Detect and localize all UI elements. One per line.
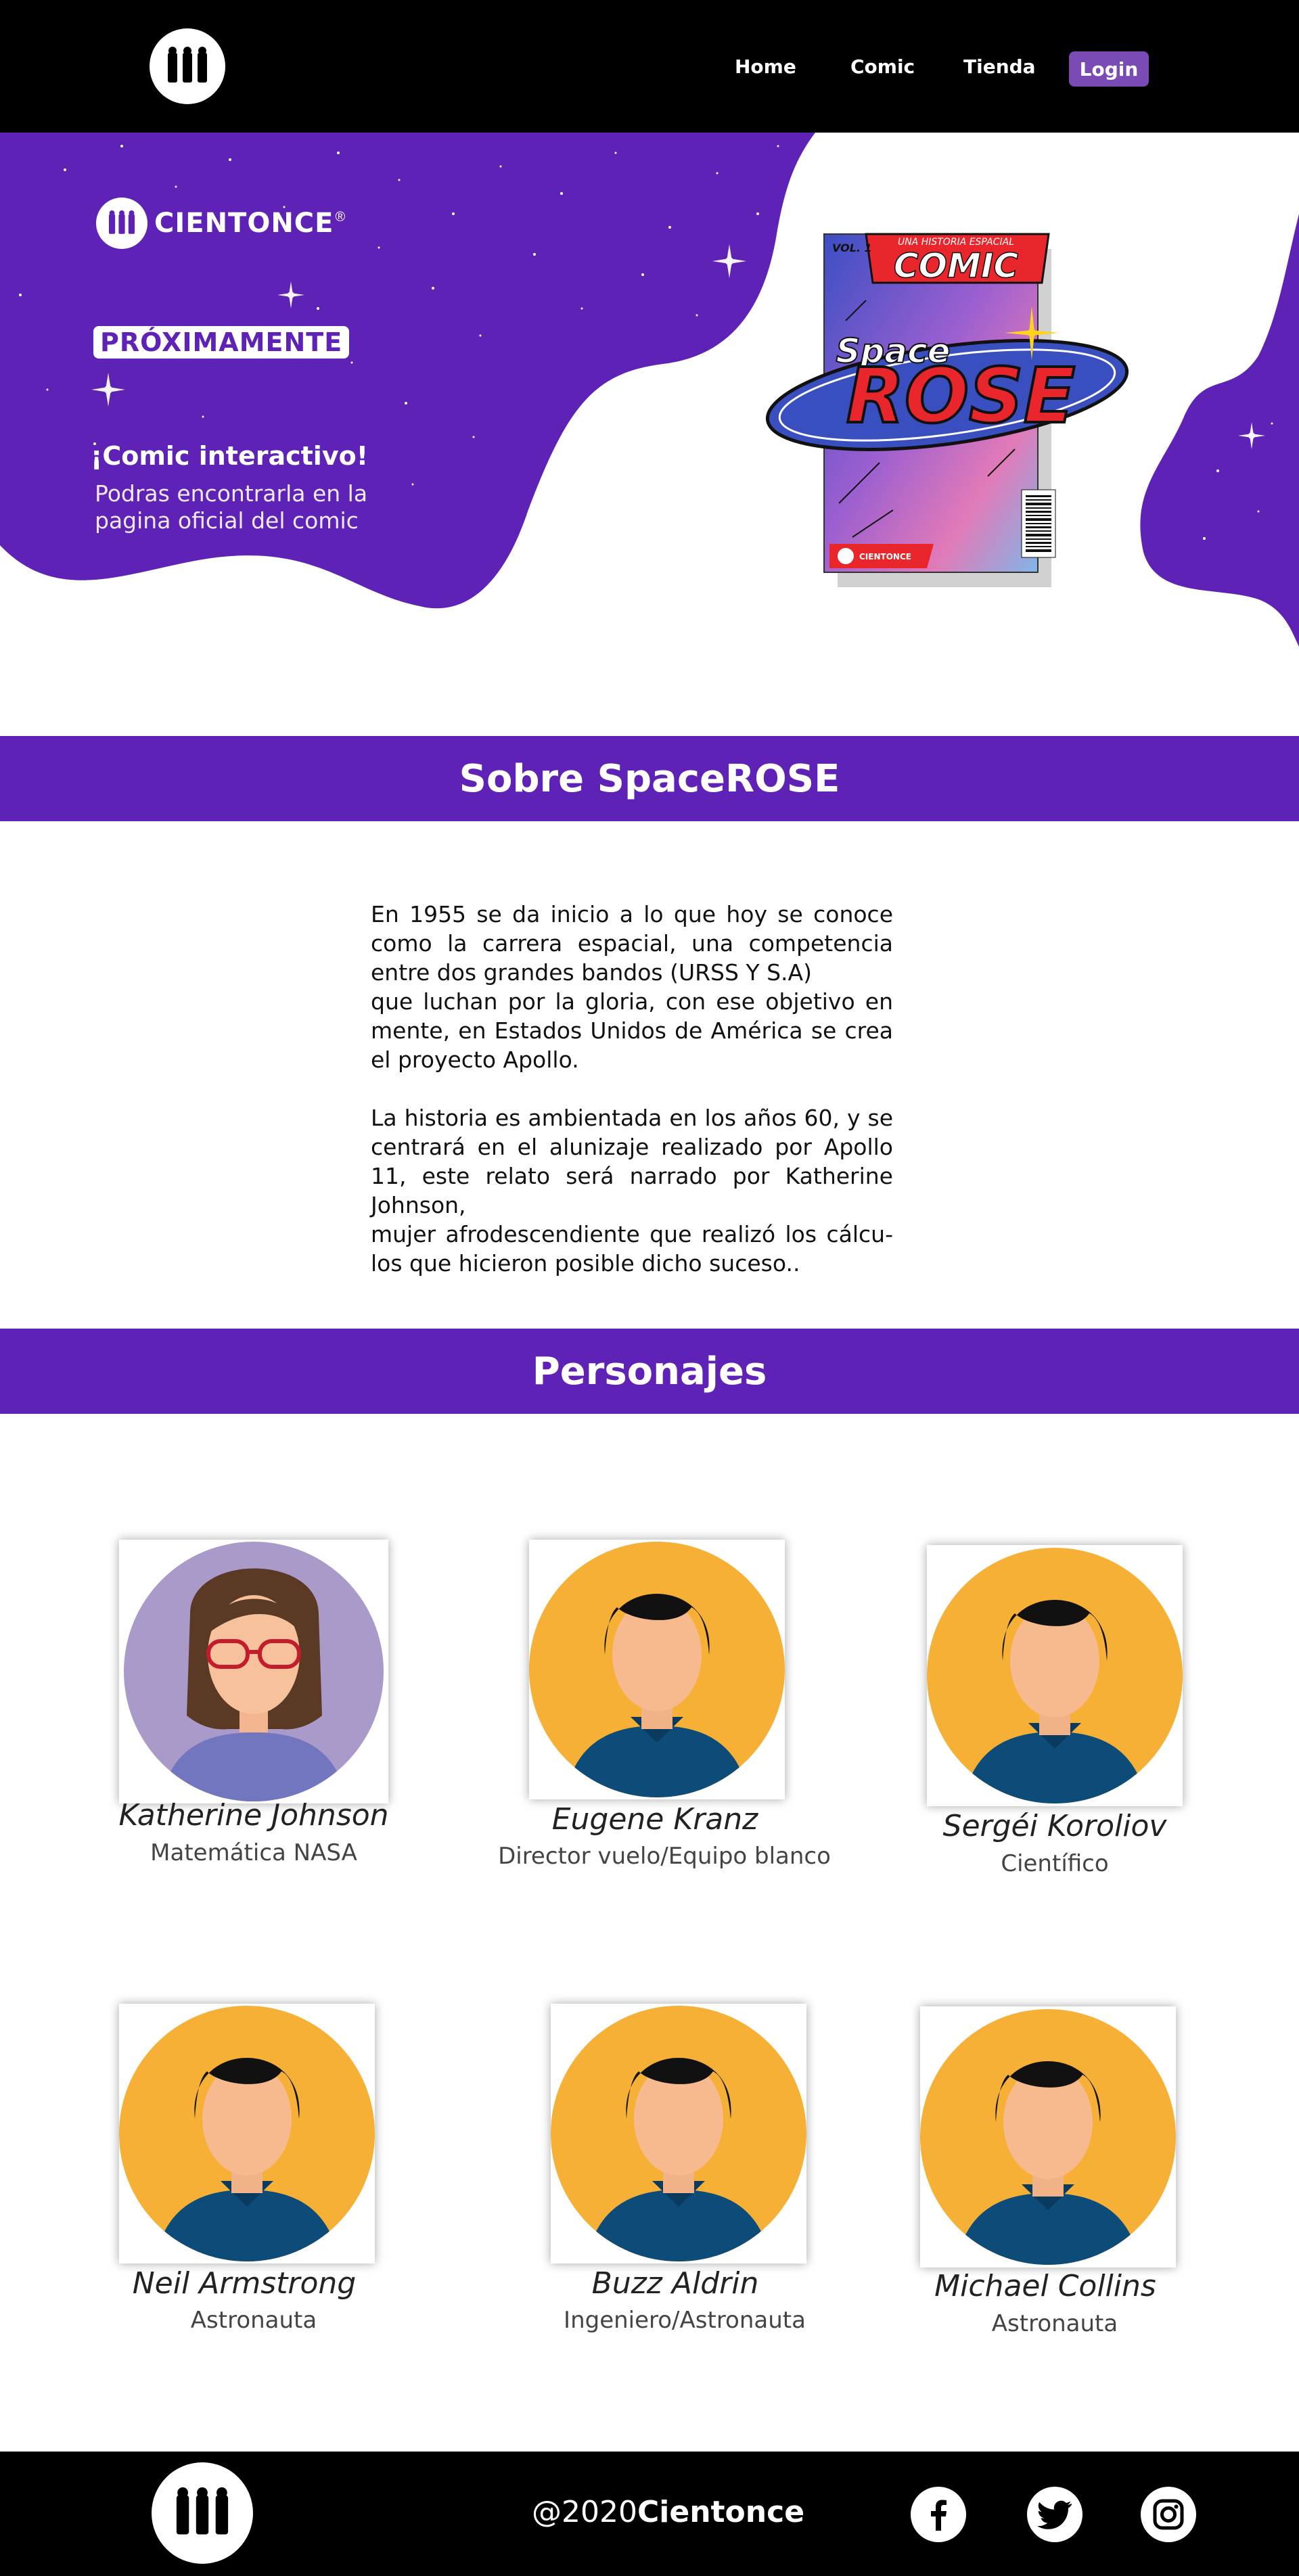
cover-volume: VOL. 1	[832, 242, 872, 254]
login-button[interactable]: Login	[1069, 51, 1149, 87]
woman-avatar-icon	[124, 1542, 384, 1801]
hero-description: Podras encontrarla en la pagina oficial …	[95, 480, 368, 534]
character-card-michael-collins[interactable]	[920, 2006, 1176, 2268]
about-paragraph-2: La historia es ambientada en los años 60…	[371, 1105, 893, 1276]
footer-logo[interactable]	[152, 2462, 253, 2564]
hero-heading: ¡Comic interactivo!	[91, 441, 369, 471]
brand-logo-icon	[96, 198, 147, 249]
footer: @2020Cientonce	[0, 2452, 1299, 2576]
character-name: Michael Collins	[934, 2269, 1156, 2303]
character-role: Astronauta	[190, 2307, 317, 2334]
character-role: Matemática NASA	[150, 1839, 357, 1866]
comic-cover[interactable]: UNA HISTORIA ESPACIAL COMIC VOL. 1 Space…	[765, 219, 1143, 612]
character-name: Neil Armstrong	[132, 2266, 357, 2301]
man-avatar-icon	[119, 2006, 375, 2261]
coming-soon-badge: PRÓXIMAMENTE	[93, 326, 350, 359]
cover-series: COMIC	[894, 246, 1019, 285]
comic-cover-art: UNA HISTORIA ESPACIAL COMIC VOL. 1 Space…	[765, 233, 1129, 587]
cover-title-main: ROSE	[846, 352, 1076, 440]
character-card-buzz-aldrin[interactable]	[551, 2004, 806, 2263]
about-paragraph-1: En 1955 se da inicio a lo que hoy se con…	[371, 901, 893, 1073]
character-card-eugene-kranz[interactable]	[529, 1540, 785, 1799]
copyright-prefix: @2020	[532, 2495, 637, 2529]
registered-mark: ®	[335, 209, 346, 225]
about-text: En 1955 se da inicio a lo que hoy se con…	[371, 900, 893, 1278]
character-role: Ingeniero/Astronauta	[564, 2307, 806, 2334]
character-role: Astronauta	[991, 2310, 1118, 2337]
brand-name: CIENTONCE	[154, 208, 334, 239]
nav-tienda-link[interactable]: Tienda	[963, 55, 1036, 78]
man-avatar-icon	[927, 1548, 1183, 1803]
copyright-brand: Cientonce	[637, 2495, 805, 2529]
footer-copyright: @2020Cientonce	[532, 2495, 804, 2529]
hero-brand: CIENTONCE ®	[96, 198, 345, 249]
hero-banner: CIENTONCE ® PRÓXIMAMENTE ¡Comic interacti…	[0, 133, 1299, 687]
characters-section-header: Personajes	[0, 1329, 1299, 1414]
man-avatar-icon	[529, 1542, 785, 1797]
character-name: Eugene Kranz	[551, 1802, 758, 1837]
character-card-katherine-johnson[interactable]	[119, 1540, 388, 1803]
top-navbar: Home Comic Tienda Login	[0, 0, 1299, 133]
character-role: Director vuelo/Equipo blanco	[498, 1843, 831, 1870]
cover-publisher: CIENTONCE	[859, 552, 911, 561]
character-name: Sergéi Koroliov	[942, 1809, 1167, 1843]
instagram-icon[interactable]	[1141, 2487, 1196, 2542]
nav-home-link[interactable]: Home	[735, 55, 796, 78]
logo-bars-icon	[168, 47, 207, 83]
man-avatar-icon	[551, 2006, 806, 2261]
character-card-neil-armstrong[interactable]	[119, 2004, 375, 2263]
logo-bars-icon	[176, 2487, 229, 2535]
man-avatar-icon	[920, 2009, 1176, 2265]
character-card-sergei-koroliov[interactable]	[927, 1545, 1183, 1806]
nav-comic-link[interactable]: Comic	[850, 55, 915, 78]
cientonce-logo[interactable]	[150, 28, 225, 104]
character-name: Buzz Aldrin	[591, 2266, 759, 2301]
character-role: Científico	[1001, 1850, 1109, 1877]
facebook-icon[interactable]	[911, 2487, 966, 2542]
about-section-header: Sobre SpaceROSE	[0, 736, 1299, 821]
twitter-icon[interactable]	[1027, 2487, 1082, 2542]
